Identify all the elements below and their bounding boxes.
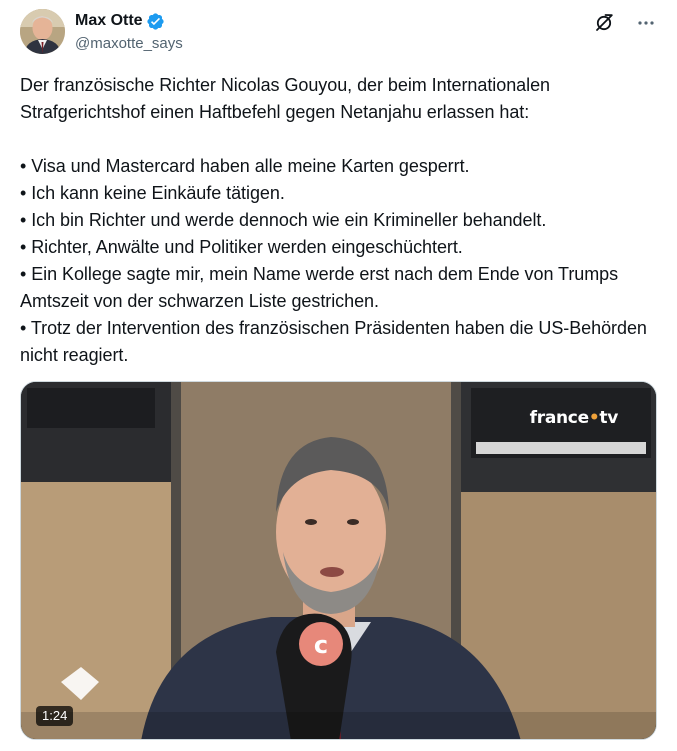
bullet-item: • Ein Kollege sagte mir, mein Name werde… xyxy=(20,264,619,311)
display-name[interactable]: Max Otte xyxy=(75,12,143,30)
watermark-dot: • xyxy=(588,408,600,428)
video-player[interactable]: c france•tv 1:24 xyxy=(20,381,657,740)
author-block: Max Otte @maxotte_says xyxy=(75,11,183,52)
handle[interactable]: @maxotte_says xyxy=(75,35,183,52)
france-tv-watermark: france•tv xyxy=(529,408,619,428)
bullet-item: • Trotz der Intervention des französisch… xyxy=(20,318,647,365)
video-duration-badge: 1:24 xyxy=(36,706,74,726)
watermark-left: france xyxy=(529,408,589,428)
tweet-intro: Der französische Richter Nicolas Gouyou,… xyxy=(20,75,551,122)
svg-text:c: c xyxy=(314,631,328,659)
name-row: Max Otte xyxy=(75,11,183,31)
bullet-item: • Ich bin Richter und werde dennoch wie … xyxy=(20,210,547,230)
avatar-image xyxy=(20,9,65,54)
tweet-actions-top xyxy=(593,12,657,34)
more-icon[interactable] xyxy=(635,12,657,34)
tweet[interactable]: Max Otte @maxotte_says Der französische … xyxy=(0,0,677,751)
tweet-text: Der französische Richter Nicolas Gouyou,… xyxy=(20,72,660,369)
avatar[interactable] xyxy=(20,9,65,54)
bullet-item: • Ich kann keine Einkäufe tätigen. xyxy=(20,183,285,203)
verified-badge-icon xyxy=(146,12,165,31)
bullet-item: • Visa und Mastercard haben alle meine K… xyxy=(20,156,470,176)
grok-icon[interactable] xyxy=(593,12,615,34)
bullet-item: • Richter, Anwälte und Politiker werden … xyxy=(20,237,463,257)
video-thumbnail: c xyxy=(21,382,656,739)
watermark-right: tv xyxy=(599,408,618,428)
